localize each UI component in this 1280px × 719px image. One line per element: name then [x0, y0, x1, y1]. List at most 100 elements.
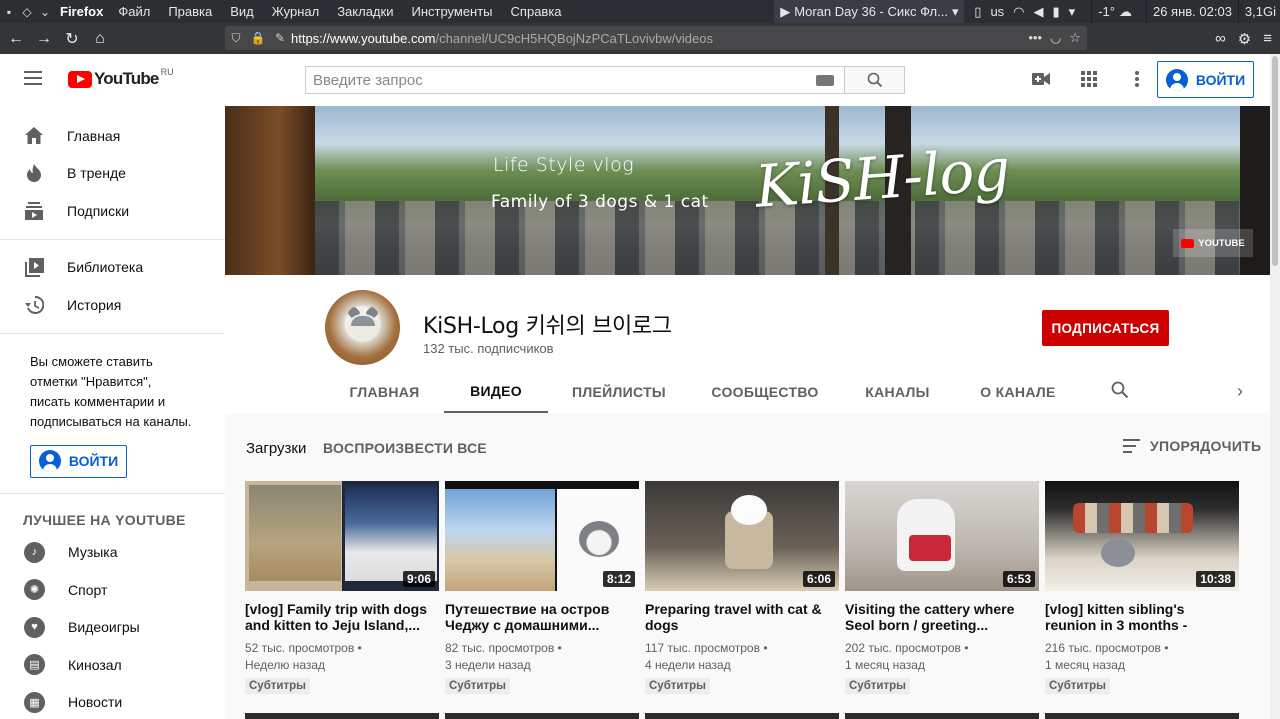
diamond-icon[interactable]: ◇ [18, 5, 36, 19]
sidebar-item-movies[interactable]: ▤ Кинозал [0, 646, 225, 684]
video-thumbnail-partial[interactable] [1045, 713, 1239, 719]
permissions-icon[interactable]: ✎ [269, 31, 291, 45]
banner-youtube-link[interactable]: YOUTUBE [1173, 229, 1253, 257]
video-title[interactable]: Путешествие на остров Чеджу с домашними.… [445, 601, 639, 633]
menu-history[interactable]: Журнал [272, 4, 319, 19]
video-card[interactable]: 9:06 [vlog] Family trip with dogs and ki… [245, 481, 439, 694]
video-title[interactable]: Visiting the cattery where Seol born / g… [845, 601, 1039, 633]
pocket-icon[interactable]: ◡ [1050, 30, 1061, 46]
tab-home[interactable]: ГЛАВНАЯ [325, 370, 444, 413]
video-title[interactable]: Preparing travel with cat & dogs [645, 601, 839, 633]
sidebar-item-gaming[interactable]: ♥ Видеоигры [0, 609, 225, 647]
keyboard-layout[interactable]: us [990, 4, 1004, 19]
tab-about[interactable]: О КАНАЛЕ [955, 370, 1081, 413]
settings-gear-icon[interactable]: ⚙ [1238, 30, 1251, 48]
yt-logo[interactable]: YouTube RU [68, 67, 174, 89]
guide-menu-icon[interactable] [24, 71, 42, 85]
wifi-icon[interactable]: ◠ [1013, 4, 1024, 20]
more-vert-icon[interactable] [1126, 68, 1148, 90]
video-thumbnail[interactable]: 6:53 [845, 481, 1039, 591]
video-thumbnail-partial[interactable] [845, 713, 1039, 719]
channel-search-icon[interactable] [1111, 381, 1131, 401]
sort-button[interactable]: УПОРЯДОЧИТЬ [1123, 438, 1261, 454]
search-button[interactable] [844, 66, 905, 94]
channel-avatar[interactable] [325, 290, 400, 365]
menu-view[interactable]: Вид [230, 4, 254, 19]
search-input[interactable]: Введите запрос [305, 66, 844, 94]
subscribe-button[interactable]: ПОДПИСАТЬСЯ [1042, 310, 1169, 346]
video-thumbnail[interactable]: 6:06 [645, 481, 839, 591]
shield-icon[interactable]: ⛉ [225, 31, 247, 46]
battery-icon[interactable]: ▮ [1053, 4, 1060, 20]
clock[interactable]: 26 янв. 02:03 [1153, 4, 1232, 19]
sidebar-signin-button[interactable]: ВОЙТИ [30, 444, 127, 478]
sidebar-item-label: Библиотека [67, 259, 144, 276]
separator [1237, 0, 1239, 23]
media-title: Moran Day 36 - Сикс Фл... [794, 4, 948, 19]
reload-icon[interactable]: ↻ [58, 29, 86, 49]
sidebar-item-library[interactable]: Библиотека [0, 249, 225, 287]
scrollbar-thumb[interactable] [1272, 56, 1278, 266]
sidebar-item-history[interactable]: История [0, 286, 225, 324]
news-icon: ▦ [24, 691, 45, 713]
video-card[interactable]: 6:53 Visiting the cattery where Seol bor… [845, 481, 1039, 694]
volume-icon[interactable]: ◀ [1034, 4, 1044, 20]
create-video-icon[interactable] [1030, 68, 1052, 90]
search-icon [867, 72, 882, 88]
tray-dropdown-icon[interactable]: ▾ [1069, 4, 1076, 20]
video-thumbnail-partial[interactable] [245, 713, 439, 719]
tab-channels[interactable]: КАНАЛЫ [840, 370, 955, 413]
tab-community[interactable]: СООБЩЕСТВО [690, 370, 840, 413]
video-thumbnail[interactable]: 8:12 [445, 481, 639, 591]
video-card[interactable]: 6:06 Preparing travel with cat & dogs 11… [645, 481, 839, 694]
channel-header: KiSH-Log 키쉬의 브이로그 132 тыс. подписчиков П… [225, 275, 1270, 413]
video-thumbnail[interactable]: 10:38 [1045, 481, 1239, 591]
private-mask-icon[interactable]: ∞ [1215, 30, 1226, 47]
video-duration: 6:53 [1002, 571, 1035, 587]
page-actions-icon[interactable]: ••• [1028, 30, 1042, 46]
lock-icon[interactable]: 🔒 [247, 31, 269, 45]
clipboard-icon[interactable]: ▯ [974, 4, 981, 20]
video-title[interactable]: [vlog] kitten sibling's reunion in 3 mon… [1045, 601, 1239, 633]
video-thumbnail-partial[interactable] [645, 713, 839, 719]
sidebar-item-trending[interactable]: В тренде [0, 155, 225, 193]
sidebar-item-news[interactable]: ▦ Новости [0, 684, 225, 719]
media-dropdown-icon[interactable]: ▾ [952, 4, 959, 20]
play-all-button[interactable]: ВОСПРОИЗВЕСТИ ВСЕ [323, 440, 487, 456]
sports-icon: ✺ [24, 579, 45, 601]
url-text[interactable]: https://www.youtube.com/channel/UC9cH5HQ… [291, 31, 1028, 46]
menu-edit[interactable]: Правка [168, 4, 212, 19]
menu-file[interactable]: Файл [118, 4, 150, 19]
hamburger-menu-icon[interactable]: ≡ [1263, 30, 1272, 47]
sidebar-item-sports[interactable]: ✺ Спорт [0, 571, 225, 609]
forward-icon[interactable]: → [30, 30, 58, 48]
tab-videos[interactable]: ВИДЕО [444, 370, 548, 413]
keyboard-icon[interactable] [816, 75, 834, 86]
video-age: 3 недели назад [445, 658, 531, 672]
address-bar[interactable]: ⛉ 🔒 ✎ https://www.youtube.com/channel/UC… [225, 26, 1087, 50]
home-browser-icon[interactable]: ⌂ [86, 30, 114, 48]
play-icon[interactable]: ▶ [780, 4, 790, 20]
signin-button[interactable]: ВОЙТИ [1157, 61, 1254, 98]
sidebar-item-subscriptions[interactable]: Подписки [0, 192, 225, 230]
video-thumbnail-partial[interactable] [445, 713, 639, 719]
video-card[interactable]: 10:38 [vlog] kitten sibling's reunion in… [1045, 481, 1239, 694]
menu-bookmarks[interactable]: Закладки [337, 4, 393, 19]
sidebar-item-home[interactable]: Главная [0, 117, 225, 155]
tab-playlists[interactable]: ПЛЕЙЛИСТЫ [548, 370, 690, 413]
chevron-right-icon[interactable]: › [1237, 381, 1243, 402]
back-icon[interactable]: ← [2, 30, 30, 48]
menu-icon[interactable]: ▪ [0, 5, 18, 19]
bookmark-star-icon[interactable]: ☆ [1069, 30, 1081, 46]
media-player[interactable]: ▶ Moran Day 36 - Сикс Фл... ▾ [774, 0, 965, 23]
page-scrollbar[interactable] [1270, 54, 1280, 719]
chevron-down-icon[interactable]: ⌄ [36, 5, 54, 19]
sidebar-item-label: Подписки [67, 202, 130, 219]
video-thumbnail[interactable]: 9:06 [245, 481, 439, 591]
video-title[interactable]: [vlog] Family trip with dogs and kitten … [245, 601, 439, 633]
apps-grid-icon[interactable] [1078, 68, 1100, 90]
video-card[interactable]: 8:12 Путешествие на остров Чеджу с домаш… [445, 481, 639, 694]
sidebar-item-music[interactable]: ♪ Музыка [0, 534, 225, 572]
menu-tools[interactable]: Инструменты [411, 4, 492, 19]
menu-help[interactable]: Справка [511, 4, 562, 19]
